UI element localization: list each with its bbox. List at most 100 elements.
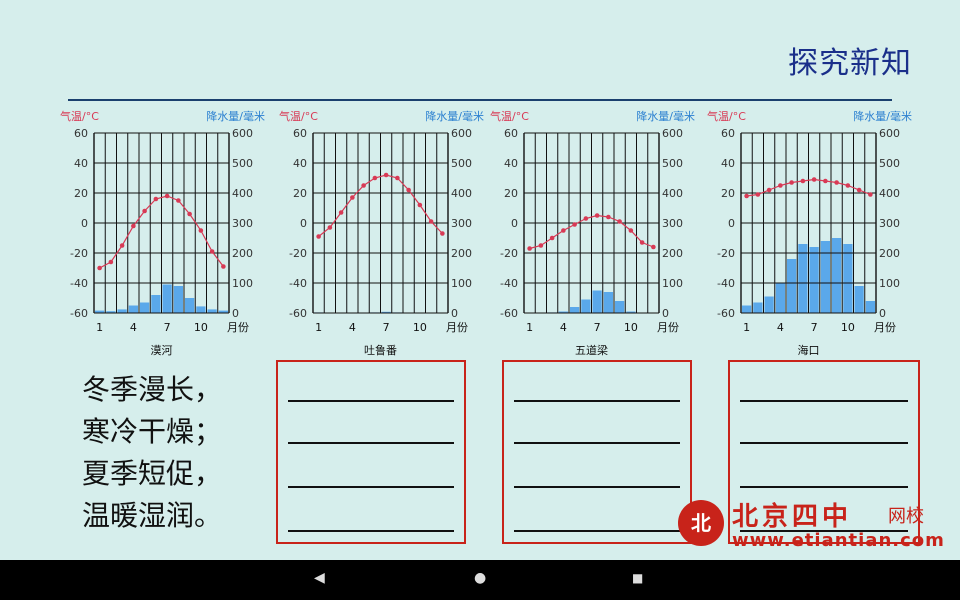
precip-bar xyxy=(570,307,580,313)
month-tick-label: 10 xyxy=(194,321,208,334)
precip-tick-label: 100 xyxy=(232,277,253,290)
answer-box-turpan[interactable] xyxy=(276,360,466,544)
temp-tick-label: 0 xyxy=(728,217,735,230)
precip-bar xyxy=(843,244,853,313)
precip-bar xyxy=(775,283,785,313)
month-tick-label: 7 xyxy=(164,321,171,334)
summary-text: 冬季漫长， 寒冷干燥； 夏季短促， 温暖湿润。 xyxy=(82,369,222,537)
logo-url: www.etiantian.com xyxy=(732,530,945,551)
temperature-point xyxy=(766,187,772,193)
temperature-point xyxy=(372,175,378,181)
temperature-point xyxy=(198,228,204,233)
temperature-point xyxy=(383,172,389,178)
precip-tick-label: 400 xyxy=(879,187,900,200)
home-icon[interactable]: ● xyxy=(474,570,486,586)
temp-axis-title: 气温/°C xyxy=(707,109,746,123)
temperature-point xyxy=(395,175,400,181)
month-tick-label: 4 xyxy=(777,321,784,334)
temperature-point xyxy=(834,180,839,185)
answer-line xyxy=(514,400,680,402)
temp-tick-label: 60 xyxy=(293,127,307,140)
precip-tick-label: 0 xyxy=(232,307,239,320)
answer-line xyxy=(740,400,908,402)
precip-tick-label: 100 xyxy=(662,277,683,290)
precip-bar xyxy=(592,290,602,313)
logo-brand: 北京四中 xyxy=(732,502,853,532)
temperature-point xyxy=(823,178,828,184)
answer-line xyxy=(740,486,908,488)
precip-tick-label: 200 xyxy=(232,247,253,260)
month-tick-label: 7 xyxy=(594,321,601,334)
temperature-point xyxy=(744,193,749,199)
temperature-point xyxy=(316,234,321,239)
precip-tick-label: 200 xyxy=(662,247,683,260)
month-tick-label: 4 xyxy=(349,321,356,334)
precip-tick-label: 300 xyxy=(879,217,900,230)
temperature-point xyxy=(572,222,577,227)
temp-tick-label: 60 xyxy=(74,127,88,140)
logo-brand-suffix: 网校 xyxy=(888,506,924,527)
precip-bar xyxy=(615,301,625,313)
precip-bar xyxy=(207,309,217,313)
temperature-point xyxy=(856,187,862,193)
temperature-point xyxy=(617,219,622,224)
answer-line xyxy=(288,400,454,402)
precip-axis-title: 降水量/毫米 xyxy=(853,109,912,123)
precip-tick-label: 0 xyxy=(451,307,458,320)
temperature-point xyxy=(187,211,192,217)
precip-tick-label: 300 xyxy=(662,217,683,230)
temperature-point xyxy=(868,192,873,197)
temperature-point xyxy=(800,178,806,184)
temperature-point xyxy=(628,228,634,233)
temperature-point xyxy=(606,214,611,220)
temperature-point xyxy=(755,192,761,197)
temp-tick-label: 40 xyxy=(504,157,518,170)
temp-tick-label: -60 xyxy=(70,307,88,320)
month-tick-label: 10 xyxy=(841,321,855,334)
temp-tick-label: 0 xyxy=(81,217,88,230)
precip-tick-label: 600 xyxy=(879,127,900,140)
month-unit-label: 月份 xyxy=(874,321,896,334)
month-tick-label: 4 xyxy=(560,321,567,334)
temp-tick-label: -60 xyxy=(289,307,307,320)
answer-line xyxy=(514,486,680,488)
back-icon[interactable]: ◀ xyxy=(314,570,325,586)
temp-tick-label: 0 xyxy=(511,217,518,230)
answer-box-wudaoliang[interactable] xyxy=(502,360,692,544)
precip-axis-title: 降水量/毫米 xyxy=(425,109,484,123)
precip-tick-label: 400 xyxy=(232,187,253,200)
month-unit-label: 月份 xyxy=(227,321,249,334)
temp-tick-label: 40 xyxy=(293,157,307,170)
watermark-logo: 北 北京四中 网校 www.etiantian.com xyxy=(678,496,950,552)
temperature-point xyxy=(131,223,136,229)
precip-bar xyxy=(787,259,797,313)
temperature-point xyxy=(176,198,181,203)
temperature-point xyxy=(583,216,589,221)
temp-tick-label: 20 xyxy=(74,187,88,200)
temp-tick-label: 60 xyxy=(721,127,735,140)
precip-bar xyxy=(173,286,183,313)
temp-tick-label: -20 xyxy=(289,247,307,260)
precip-bar xyxy=(865,301,875,313)
precip-tick-label: 500 xyxy=(451,157,472,170)
precip-tick-label: 600 xyxy=(451,127,472,140)
summary-line: 冬季漫长， xyxy=(82,373,223,406)
answer-line xyxy=(740,442,908,444)
precip-bar xyxy=(820,241,830,313)
station-name: 漠河 xyxy=(151,344,173,357)
temperature-point xyxy=(164,193,170,199)
temp-tick-label: -20 xyxy=(70,247,88,260)
temp-tick-label: -40 xyxy=(289,277,307,290)
temp-tick-label: -20 xyxy=(500,247,518,260)
month-tick-label: 7 xyxy=(811,321,818,334)
precip-tick-label: 300 xyxy=(451,217,472,230)
precip-tick-label: 400 xyxy=(451,187,472,200)
slide: 探究新知 60 40 20 0 -20 -40 -60 600 500 400 300 200 100 0… xyxy=(0,0,960,560)
temperature-point xyxy=(142,208,147,214)
precip-bar xyxy=(742,305,752,313)
recent-apps-icon[interactable]: ■ xyxy=(632,571,643,585)
precip-bar xyxy=(151,295,161,313)
temperature-point xyxy=(350,195,355,200)
temperature-point xyxy=(538,243,544,248)
answer-line xyxy=(288,530,454,532)
